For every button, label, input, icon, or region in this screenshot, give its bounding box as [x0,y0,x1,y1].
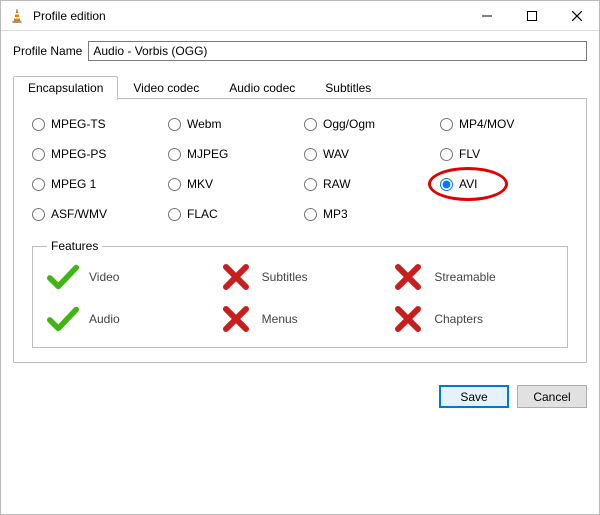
radio-flac[interactable]: FLAC [168,207,296,221]
vlc-cone-icon [9,8,25,24]
tab-panel-encapsulation: MPEG-TS Webm Ogg/Ogm MP4/MOV MPEG-PS MJPEG WAV… [13,99,587,363]
title-bar: Profile edition [1,1,599,31]
radio-label: WAV [323,147,349,161]
radio-label: MPEG 1 [51,177,96,191]
radio-asf-wmv[interactable]: ASF/WMV [32,207,160,221]
radio-webm[interactable]: Webm [168,117,296,131]
radio-input[interactable] [32,208,45,221]
check-icon [47,305,79,333]
radio-label: MPEG-TS [51,117,106,131]
feature-video: Video [47,263,208,291]
radio-mpeg-1[interactable]: MPEG 1 [32,177,160,191]
feature-label: Chapters [434,312,483,326]
cross-icon [392,263,424,291]
check-icon [47,263,79,291]
radio-input[interactable] [32,148,45,161]
radio-mpeg-ps[interactable]: MPEG-PS [32,147,160,161]
radio-ogg-ogm[interactable]: Ogg/Ogm [304,117,432,131]
radio-label: MP4/MOV [459,117,514,131]
feature-label: Video [89,270,119,284]
radio-input[interactable] [32,178,45,191]
radio-label: ASF/WMV [51,207,107,221]
radio-input[interactable] [304,178,317,191]
radio-label: FLAC [187,207,218,221]
radio-avi[interactable]: AVI [440,177,568,191]
radio-input[interactable] [440,118,453,131]
radio-input[interactable] [304,208,317,221]
radio-input[interactable] [304,148,317,161]
feature-label: Subtitles [262,270,308,284]
tab-label: Video codec [133,81,199,95]
radio-input[interactable] [440,178,453,191]
radio-mkv[interactable]: MKV [168,177,296,191]
radio-raw[interactable]: RAW [304,177,432,191]
feature-label: Menus [262,312,298,326]
feature-subtitles: Subtitles [220,263,381,291]
feature-chapters: Chapters [392,305,553,333]
maximize-button[interactable] [509,1,554,30]
tab-strip: Encapsulation Video codec Audio codec Su… [13,75,587,99]
tab-label: Encapsulation [28,81,103,95]
profile-name-input[interactable] [88,41,587,61]
radio-input[interactable] [440,148,453,161]
tab-subtitles[interactable]: Subtitles [310,76,386,100]
profile-name-label: Profile Name [13,44,82,58]
feature-label: Audio [89,312,120,326]
radio-flv[interactable]: FLV [440,147,568,161]
tab-audio-codec[interactable]: Audio codec [214,76,310,100]
radio-input[interactable] [32,118,45,131]
cross-icon [220,305,252,333]
encapsulation-radio-grid: MPEG-TS Webm Ogg/Ogm MP4/MOV MPEG-PS MJPEG WAV… [32,117,568,221]
radio-input[interactable] [168,208,181,221]
feature-label: Streamable [434,270,495,284]
radio-label: FLV [459,147,480,161]
tab-video-codec[interactable]: Video codec [118,76,214,100]
minimize-button[interactable] [464,1,509,30]
radio-label: Webm [187,117,221,131]
radio-mjpeg[interactable]: MJPEG [168,147,296,161]
radio-label: Ogg/Ogm [323,117,375,131]
radio-input[interactable] [168,178,181,191]
dialog-button-row: Save Cancel [1,373,599,408]
radio-label: MKV [187,177,213,191]
radio-input[interactable] [168,148,181,161]
radio-label: RAW [323,177,351,191]
radio-mp4-mov[interactable]: MP4/MOV [440,117,568,131]
feature-audio: Audio [47,305,208,333]
cross-icon [220,263,252,291]
radio-mp3[interactable]: MP3 [304,207,432,221]
tab-label: Subtitles [325,81,371,95]
tab-encapsulation[interactable]: Encapsulation [13,76,118,100]
profile-name-row: Profile Name [13,41,587,61]
radio-wav[interactable]: WAV [304,147,432,161]
radio-label: AVI [459,177,477,191]
save-button[interactable]: Save [439,385,509,408]
features-grid: Video Subtitles Streamable Audio Menus Chapte… [47,263,553,333]
radio-label: MPEG-PS [51,147,106,161]
radio-label: MJPEG [187,147,228,161]
cross-icon [392,305,424,333]
window-title: Profile edition [33,9,464,23]
window-controls [464,1,599,30]
close-button[interactable] [554,1,599,30]
features-legend: Features [47,239,102,253]
radio-label: MP3 [323,207,348,221]
feature-menus: Menus [220,305,381,333]
features-group: Features Video Subtitles Streamable Audio Me… [32,239,568,348]
radio-mpeg-ts[interactable]: MPEG-TS [32,117,160,131]
tab-label: Audio codec [229,81,295,95]
cancel-button[interactable]: Cancel [517,385,587,408]
feature-streamable: Streamable [392,263,553,291]
radio-input[interactable] [304,118,317,131]
radio-input[interactable] [168,118,181,131]
